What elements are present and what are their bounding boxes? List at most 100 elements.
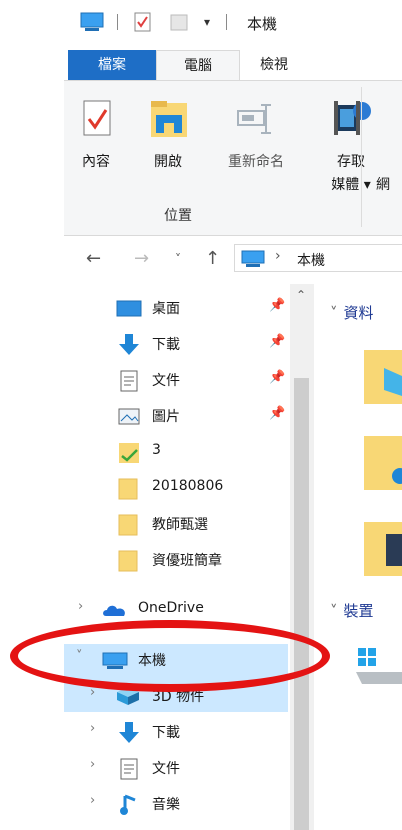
breadcrumb-separator[interactable]: › — [275, 248, 281, 264]
navigation-pane: 桌面 📌 下載 📌 文件 📌 圖片 📌 3 20180806 教師甄選 資優班簡… — [64, 284, 302, 830]
nav-item-label: 圖片 — [152, 409, 180, 425]
this-pc-icon — [241, 250, 265, 267]
nav-item-label: 下載 — [152, 725, 180, 741]
properties-icon — [83, 100, 111, 136]
nav-item-label: 資優班簡章 — [152, 553, 222, 569]
nav-item-label: 文件 — [152, 761, 180, 777]
chevron-down-icon: ˅ — [175, 252, 181, 266]
nav-item-label: 文件 — [152, 373, 180, 389]
chevron-right-icon[interactable]: › — [90, 721, 95, 736]
nav-item-label: OneDrive — [138, 600, 204, 616]
nav-item-label: 教師甄選 — [152, 517, 208, 533]
nav-item-label: 桌面 — [152, 301, 180, 317]
map-network-drive-button[interactable]: 網 — [376, 174, 402, 196]
nav-item-label: 3 — [152, 442, 161, 458]
nav-item-label: 下載 — [152, 337, 180, 353]
open-label: 開啟 — [154, 154, 182, 170]
title-bar: ▾ 本機 — [0, 0, 402, 46]
folder-icon — [118, 514, 138, 536]
properties-button[interactable]: 內容 — [70, 93, 122, 193]
customize-quick-access-icon[interactable]: ▾ — [204, 12, 210, 32]
music-icon — [120, 794, 136, 815]
properties-quick-icon[interactable] — [134, 12, 152, 32]
address-bar[interactable]: › 本機 — [234, 244, 402, 272]
chevron-right-icon[interactable]: › — [78, 599, 83, 614]
nav-item-documents[interactable]: 文件 📌 — [64, 362, 288, 396]
pin-icon[interactable]: 📌 — [269, 298, 285, 313]
forward-arrow-icon: → — [134, 248, 150, 269]
chevron-down-icon: ˅ — [330, 304, 338, 322]
folder-icon — [118, 550, 138, 572]
folder-downloads-icon[interactable] — [364, 432, 402, 494]
navigation-bar: ← → ˅ ↑ › 本機 — [64, 240, 402, 278]
folder-icon — [118, 478, 138, 500]
section-header-devices[interactable]: ˅ 裝置 — [330, 600, 374, 621]
nav-pane-scrollbar[interactable]: ⌃ — [290, 284, 314, 830]
this-pc-icon — [80, 12, 104, 32]
recent-locations-button[interactable]: ˅ — [175, 252, 181, 266]
folder-check-icon — [119, 443, 139, 463]
folder-3d-objects-icon[interactable] — [364, 346, 402, 408]
section-header-folders[interactable]: ˅ 資料 — [330, 302, 374, 323]
document-icon — [120, 370, 138, 392]
nav-item-folder-3[interactable]: 3 — [64, 434, 288, 468]
tab-file[interactable]: 檔案 — [68, 50, 156, 80]
up-arrow-icon: ↑ — [205, 248, 221, 269]
ribbon-tabs: 檔案 電腦 檢視 — [0, 50, 402, 81]
chevron-right-icon[interactable]: › — [90, 793, 95, 808]
nav-item-folder-teacher-selection[interactable]: 教師甄選 — [64, 506, 288, 540]
up-button[interactable]: ↑ — [205, 248, 220, 269]
nav-item-label: 20180806 — [152, 478, 224, 494]
rename-label: 重新命名 — [228, 154, 284, 170]
onedrive-cloud-icon — [103, 605, 125, 616]
nav-item-pictures[interactable]: 圖片 📌 — [64, 398, 288, 432]
nav-item-downloads[interactable]: 下載 📌 — [64, 326, 288, 360]
properties-label: 內容 — [82, 154, 110, 170]
open-button[interactable]: 開啟 — [142, 93, 194, 193]
section-label: 裝置 — [343, 602, 374, 620]
nav-item-desktop[interactable]: 桌面 📌 — [64, 290, 288, 324]
window-title: 本機 — [247, 15, 278, 33]
back-arrow-icon: ← — [86, 248, 102, 269]
nav-item-downloads-pc[interactable]: › 下載 — [64, 714, 288, 748]
content-pane: ˅ 資料 ˅ 裝置 — [314, 284, 402, 830]
nav-item-documents-pc[interactable]: › 文件 — [64, 750, 288, 784]
rename-icon — [237, 104, 271, 134]
download-icon — [119, 722, 139, 743]
map-network-drive-label: 網 — [376, 177, 390, 193]
document-icon — [120, 758, 138, 780]
back-button[interactable]: ← — [86, 248, 101, 269]
tab-computer[interactable]: 電腦 — [156, 50, 240, 81]
nav-item-folder-20180806[interactable]: 20180806 — [64, 470, 288, 504]
access-media-label-2: 媒體 ▾ — [331, 177, 371, 193]
pictures-icon — [118, 408, 140, 425]
chevron-down-icon: ˅ — [330, 602, 338, 620]
nav-item-label: 音樂 — [152, 797, 180, 813]
desktop-icon — [116, 300, 142, 317]
access-media-button[interactable]: 存取 媒體 ▾ — [326, 93, 376, 203]
forward-button[interactable]: → — [134, 248, 149, 269]
breadcrumb-this-pc[interactable]: 本機 — [297, 250, 325, 270]
access-media-icon — [334, 101, 371, 135]
folder-videos-icon[interactable] — [364, 518, 402, 580]
ribbon: 內容 開啟 重新命名 存取 媒體 ▾ 網 位置 — [64, 80, 402, 236]
nav-item-music[interactable]: › 音樂 — [64, 786, 288, 820]
pin-icon[interactable]: 📌 — [269, 370, 285, 385]
rename-button[interactable]: 重新命名 — [214, 93, 298, 193]
section-label: 資料 — [343, 304, 374, 322]
download-icon — [119, 334, 139, 355]
scrollbar-thumb[interactable] — [294, 378, 309, 830]
ribbon-group-divider — [361, 87, 362, 227]
open-icon — [151, 101, 187, 137]
tab-view[interactable]: 檢視 — [248, 50, 300, 80]
access-media-label-1: 存取 — [337, 154, 365, 170]
chevron-right-icon[interactable]: › — [90, 757, 95, 772]
new-folder-quick-icon[interactable] — [170, 12, 188, 32]
local-disk-icon[interactable] — [354, 642, 402, 688]
red-circle-annotation — [10, 620, 330, 692]
pin-icon[interactable]: 📌 — [269, 334, 285, 349]
pin-icon[interactable]: 📌 — [269, 406, 285, 421]
nav-item-folder-gifted-class-brochure[interactable]: 資優班簡章 — [64, 542, 288, 576]
scroll-up-arrow-icon[interactable]: ⌃ — [296, 288, 306, 302]
ribbon-group-location-label: 位置 — [164, 208, 192, 224]
